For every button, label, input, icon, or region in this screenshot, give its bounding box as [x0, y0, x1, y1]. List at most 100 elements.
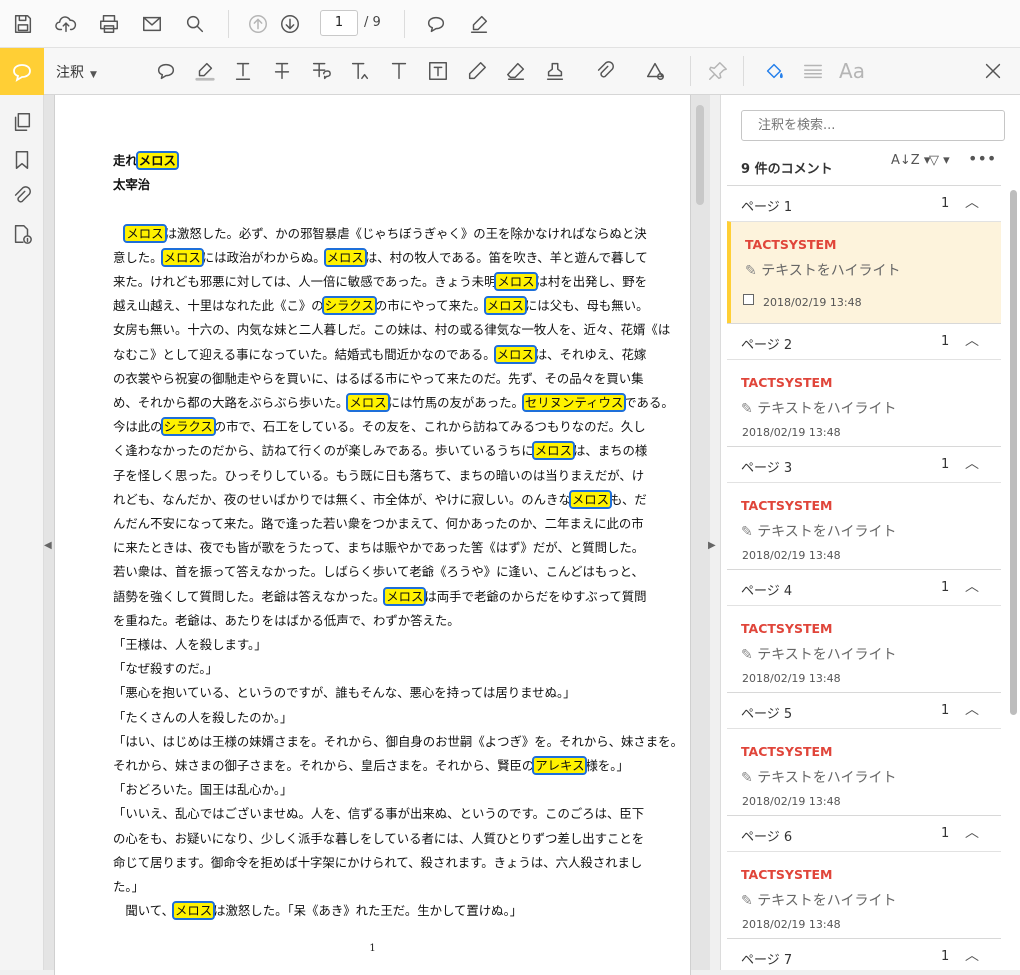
sticky-note-icon[interactable]: [151, 56, 181, 86]
eraser-icon[interactable]: [501, 56, 531, 86]
comment-page-group[interactable]: ページ 3 1 ︿: [727, 446, 1001, 482]
comment-page-group[interactable]: ページ 5 1 ︿: [727, 692, 1001, 728]
highlight-annotation[interactable]: アレキス: [532, 756, 588, 776]
highlight-annotation[interactable]: メロス: [531, 441, 575, 461]
text-run: 「たくさんの人を殺したのか。」: [113, 709, 293, 725]
annotation-label: 注釈: [56, 65, 84, 81]
text-run: 子を怪しく思った。ひっそりしている。もう既に日も落ちて、まちの暗いのは当りまえだ…: [113, 467, 645, 483]
highlight-annotation[interactable]: メロス: [493, 344, 537, 364]
annotation-dropdown[interactable]: 注釈 ▼: [56, 62, 97, 82]
page-number-input[interactable]: 1: [320, 10, 358, 36]
highlight-annotation[interactable]: メロス: [494, 272, 538, 292]
comment-card[interactable]: TACTSYSTEM ✎ テキストをハイライト 2018/02/19 13:48: [727, 728, 1001, 815]
fill-color-icon[interactable]: [759, 56, 789, 86]
search-icon[interactable]: [180, 9, 210, 39]
highlight-annotation[interactable]: メロス: [483, 296, 527, 316]
upload-icon[interactable]: [51, 9, 81, 39]
chevron-up-icon[interactable]: ︿: [965, 330, 979, 350]
document-view[interactable]: 走れメロス 太宰治 メロスは激怒した。必ず、かの邪智暴虐《じゃちぼうぎゃく》の王…: [44, 95, 710, 975]
replace-text-icon[interactable]: [306, 56, 336, 86]
document-scrollbar[interactable]: [696, 105, 704, 205]
chevron-up-icon[interactable]: ︿: [965, 699, 979, 719]
sort-icon[interactable]: A↓Z ▾: [891, 153, 930, 168]
attachment-icon[interactable]: [7, 181, 37, 211]
comment-card[interactable]: TACTSYSTEM ✎ テキストをハイライト 2018/02/19 13:48: [727, 221, 1001, 323]
highlight-annotation[interactable]: メロス: [346, 393, 390, 413]
comment-list: ページ 1 1 ︿ TACTSYSTEM ✎ テキストをハイライト 2018/02/19 …: [727, 185, 1001, 970]
bookmark-icon[interactable]: [7, 145, 37, 175]
main-toolbar: 1 / 9: [0, 0, 1020, 48]
highlight-annotation[interactable]: メロス: [171, 901, 216, 921]
comment-action: ✎ テキストをハイライト: [741, 767, 897, 787]
group-title: ページ 3: [741, 461, 793, 476]
strikethrough-icon[interactable]: [267, 56, 297, 86]
text-run: く逢わなかったのだから、訪ねて行くのが楽しみである。歩いているうちに: [113, 443, 534, 459]
comment-page-group[interactable]: ページ 2 1 ︿: [727, 323, 1001, 359]
group-title: ページ 1: [741, 200, 793, 215]
highlight-icon[interactable]: [190, 56, 220, 86]
comment-search-input[interactable]: [741, 110, 1005, 141]
highlight-annotation[interactable]: メロス: [323, 247, 367, 267]
highlight-annotation[interactable]: メロス: [160, 247, 204, 267]
highlight-annotation[interactable]: メロス: [383, 586, 427, 606]
chevron-up-icon[interactable]: ︿: [965, 822, 979, 842]
chevron-up-icon[interactable]: ︿: [965, 576, 979, 596]
highlight-annotation[interactable]: セリヌンティウス: [521, 393, 627, 413]
text-run: 命じて居ります。御命令を拒めば十字架にかけられて、殺されます。きょうは、六人殺さ…: [113, 854, 643, 870]
comment-card[interactable]: TACTSYSTEM ✎ テキストをハイライト 2018/02/19 13:48: [727, 851, 1001, 938]
shapes-icon[interactable]: [640, 56, 670, 86]
email-icon[interactable]: [137, 9, 167, 39]
highlight-annotation[interactable]: メロス: [568, 489, 613, 509]
save-icon[interactable]: [8, 9, 38, 39]
next-page-icon[interactable]: [275, 9, 305, 39]
close-icon[interactable]: [978, 56, 1008, 86]
underline-icon[interactable]: [228, 56, 258, 86]
textbox-icon[interactable]: [423, 56, 453, 86]
highlight-annotation[interactable]: シラクス: [160, 417, 216, 437]
text-line: 来た。けれども邪悪に対しては、人一倍に敏感であった。きょう未明メロスは村を出発し…: [113, 270, 647, 294]
sign-icon[interactable]: [464, 9, 494, 39]
print-icon[interactable]: [94, 9, 124, 39]
text-line: んだん不安になって来た。路で逢った若い衆をつかまえて、何かあったのか、二年まえに…: [113, 512, 644, 536]
comment-tool-icon[interactable]: [0, 48, 44, 95]
chevron-up-icon[interactable]: ︿: [965, 453, 979, 473]
font-icon[interactable]: Aa: [837, 56, 867, 86]
action-label: テキストをハイライト: [757, 647, 897, 663]
chevron-up-icon[interactable]: ︿: [965, 192, 979, 212]
comment-page-group[interactable]: ページ 7 1 ︿: [727, 938, 1001, 970]
panel-scrollbar[interactable]: [1010, 190, 1017, 715]
filter-icon[interactable]: ▽ ▾: [929, 153, 950, 168]
collapse-left-icon[interactable]: ◀: [44, 540, 54, 551]
line-weight-icon[interactable]: [798, 56, 828, 86]
prev-page-icon[interactable]: [243, 9, 273, 39]
pencil-icon[interactable]: [462, 56, 492, 86]
add-text-icon[interactable]: [384, 56, 414, 86]
comment-page-group[interactable]: ページ 1 1 ︿: [727, 185, 1001, 221]
text-run: [113, 226, 125, 241]
chevron-up-icon[interactable]: ︿: [965, 945, 979, 965]
comment-icon[interactable]: [421, 9, 451, 39]
comment-card[interactable]: TACTSYSTEM ✎ テキストをハイライト 2018/02/19 13:48: [727, 482, 1001, 569]
highlight-annotation[interactable]: シラクス: [321, 296, 377, 316]
pages-icon[interactable]: [7, 107, 37, 137]
stamp-icon[interactable]: [540, 56, 570, 86]
more-options-icon[interactable]: •••: [968, 149, 996, 168]
text-run: 「悪心を抱いている、というのですが、誰もそんな、悪心を持っては居りませぬ。」: [113, 685, 576, 701]
highlight-annotation[interactable]: メロス: [123, 223, 167, 243]
highlight-annotation[interactable]: メロス: [135, 151, 179, 170]
comment-card[interactable]: TACTSYSTEM ✎ テキストをハイライト 2018/02/19 13:48: [727, 605, 1001, 692]
collapse-right-icon[interactable]: ▶: [708, 540, 716, 551]
comment-page-group[interactable]: ページ 6 1 ︿: [727, 815, 1001, 851]
comment-checkbox[interactable]: [743, 294, 754, 305]
document-info-icon[interactable]: [7, 219, 37, 249]
comment-date: 2018/02/19 13:48: [763, 296, 862, 309]
pin-icon[interactable]: [703, 56, 733, 86]
attach-icon[interactable]: [590, 56, 620, 86]
text-run: 若い衆は、首を振って答えなかった。しばらく歩いて老爺《ろうや》に逢い、こんどはも…: [113, 564, 644, 580]
comment-card[interactable]: TACTSYSTEM ✎ テキストをハイライト 2018/02/19 13:48: [727, 359, 1001, 446]
text-run: 語勢を強くして質問した。老爺は答えなかった。: [113, 588, 386, 604]
text-run: 「なぜ殺すのだ。」: [113, 661, 218, 677]
text-line: 「悪心を抱いている、というのですが、誰もそんな、悪心を持っては居りませぬ。」: [113, 681, 638, 705]
insert-text-icon[interactable]: [345, 56, 375, 86]
comment-page-group[interactable]: ページ 4 1 ︿: [727, 569, 1001, 605]
